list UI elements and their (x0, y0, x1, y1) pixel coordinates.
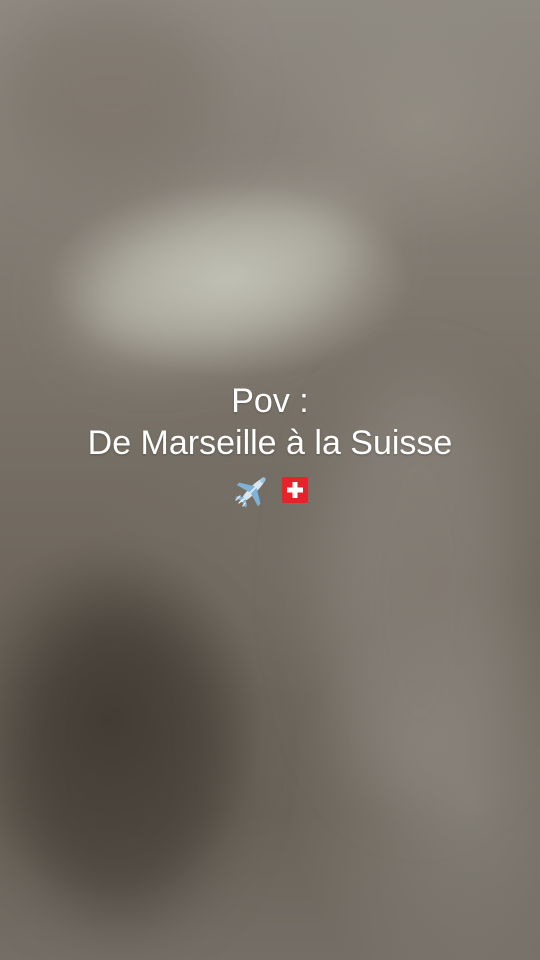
blurred-background-highlight (57, 166, 383, 384)
blurred-background-shadow-top (0, 0, 220, 180)
caption-line-2: De Marseille à la Suisse (87, 424, 453, 462)
blurred-background-shadow-bottom (10, 600, 230, 920)
video-frame: Pov : De Marseille à la Suisse (0, 0, 540, 960)
caption-emoji-row (0, 470, 540, 510)
airplane-icon (232, 470, 274, 510)
swiss-flag-icon (282, 477, 308, 503)
caption-overlay: Pov : De Marseille à la Suisse (0, 380, 540, 510)
caption-line-1: Pov : (231, 382, 309, 420)
